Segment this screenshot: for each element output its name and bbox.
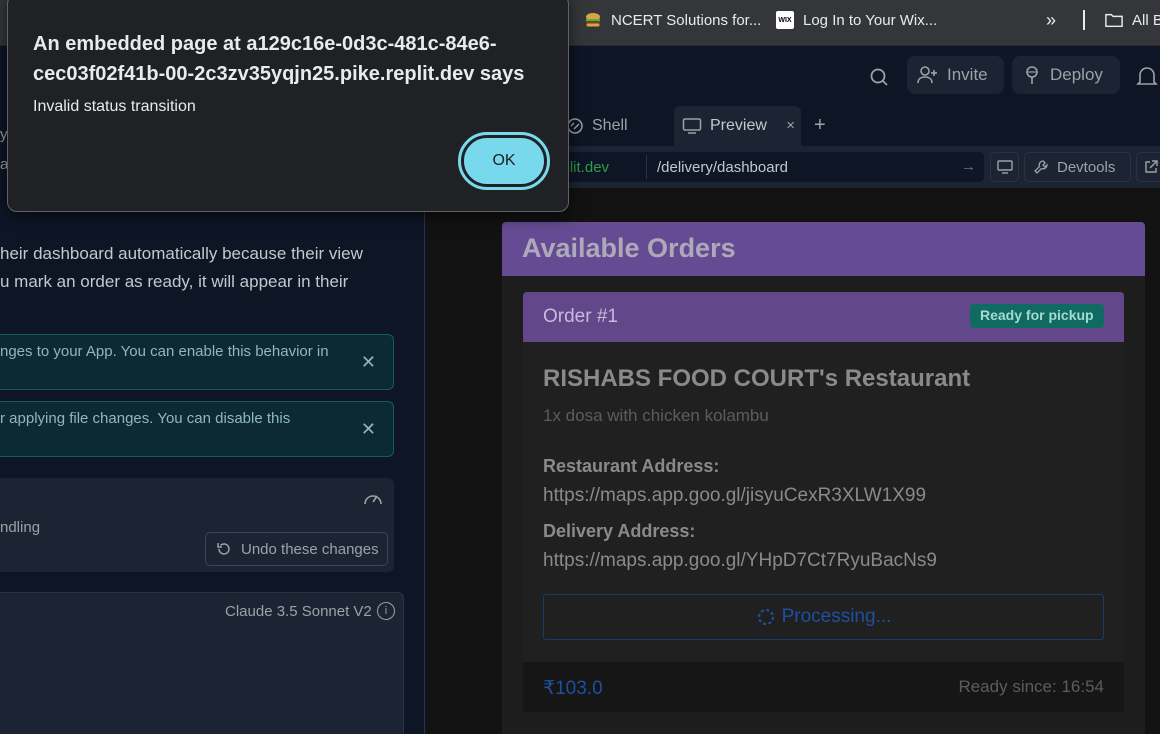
url-path-input[interactable]: /delivery/dashboard [657,159,788,176]
agent-message-line: heir dashboard automatically because the… [0,244,363,263]
dialog-message: Invalid status transition [33,98,196,115]
add-user-icon [917,66,937,84]
more-bookmarks-button[interactable]: » [1046,0,1056,40]
monitor-icon [682,118,702,134]
folder-icon [1105,11,1123,29]
restaurant-name: RISHABS FOOD COURT's Restaurant [543,365,971,392]
close-icon[interactable]: ✕ [361,352,376,373]
gauge-icon [363,490,383,511]
devtools-button[interactable]: Devtools [1024,152,1131,182]
close-icon[interactable]: ✕ [361,419,376,440]
info-notice: r applying file changes. You can disable… [0,401,394,457]
order-title: Order #1 [543,306,618,327]
all-bookmarks-label: All B [1132,11,1160,29]
notice-text: r applying file changes. You can disable… [0,410,291,427]
open-external-button[interactable] [1136,152,1160,182]
bookmarks-divider [1083,10,1085,30]
alert-dialog: An embedded page at a129c16e-0d3c-481c-8… [7,0,569,212]
close-tab-icon[interactable]: × [786,117,795,134]
info-icon[interactable]: i [377,602,395,620]
page-title: Available Orders [502,222,1145,276]
all-bookmarks-button[interactable]: All B [1105,0,1160,40]
tab-preview[interactable]: Preview × [674,106,801,146]
undo-label: Undo these changes [241,540,379,558]
bookmark-wix[interactable]: WIX Log In to Your Wix... [776,0,937,40]
bookmark-label: NCERT Solutions for... [611,11,762,29]
bookmark-ncert[interactable]: NCERT Solutions for... [584,0,761,40]
spinner-icon [757,608,774,626]
info-notice: nges to your App. You can enable this be… [0,334,394,390]
order-card: Order #1 Ready for pickup RISHABS FOOD C… [523,292,1124,712]
checkpoint-card: ndling Undo these changes [0,478,394,572]
delivery-address-label: Delivery Address: [543,521,696,541]
ready-since: Ready since: 16:54 [958,677,1104,696]
go-arrow-icon[interactable]: → [961,158,976,175]
burger-favicon-icon [584,11,602,29]
tab-label: Shell [592,117,628,134]
processing-label: Processing... [781,606,892,627]
preview-frame: Available Orders Order #1 Ready for pick… [426,188,1160,734]
processing-button[interactable]: Processing... [543,594,1104,640]
url-divider [646,155,647,179]
wix-favicon-icon: WIX [776,11,794,29]
agent-message: heir dashboard automatically because the… [0,240,420,296]
chat-input-box[interactable]: Claude 3.5 Sonnet V2 i [0,592,404,734]
notice-text: nges to your App. You can enable this be… [0,343,329,360]
bell-icon[interactable] [1136,65,1158,94]
order-items: 1x dosa with chicken kolambu [543,406,769,425]
add-tab-button[interactable]: + [814,114,826,137]
url-field[interactable]: .replit.dev /delivery/dashboard → [538,152,984,182]
deploy-button[interactable]: Deploy [1012,56,1120,94]
bookmark-label: Log In to Your Wix... [803,11,938,29]
wrench-icon [1034,160,1048,174]
status-badge: Ready for pickup [970,304,1104,328]
monitor-icon [996,160,1013,174]
deploy-label: Deploy [1050,65,1103,84]
devtools-label: Devtools [1057,158,1116,176]
agent-message-line: u mark an order as ready, it will appear… [0,272,349,291]
ok-button[interactable]: OK [458,132,550,190]
tab-label: Preview [710,117,767,134]
external-link-icon [1145,160,1158,173]
order-card-footer: ₹103.0 Ready since: 16:54 [523,662,1124,712]
invite-button[interactable]: Invite [907,56,1004,94]
undo-icon [217,543,230,555]
deploy-icon [1026,66,1038,84]
restaurant-address-label: Restaurant Address: [543,456,720,476]
restaurant-address-link[interactable]: https://maps.app.goo.gl/jisyuCexR3XLW1X9… [543,485,926,507]
delivery-address-link[interactable]: https://maps.app.goo.gl/YHpD7Ct7RyuBacNs… [543,550,937,572]
search-icon[interactable] [867,65,891,89]
tab-shell[interactable]: Shell [566,106,628,146]
invite-label: Invite [947,65,988,84]
order-price: ₹103.0 [543,678,603,699]
dialog-title: An embedded page at a129c16e-0d3c-481c-8… [33,33,525,85]
model-selector[interactable]: Claude 3.5 Sonnet V2 [225,603,372,620]
checkpoint-text: ndling [0,519,41,536]
undo-changes-button[interactable]: Undo these changes [205,532,388,566]
device-preview-button[interactable] [990,152,1019,182]
